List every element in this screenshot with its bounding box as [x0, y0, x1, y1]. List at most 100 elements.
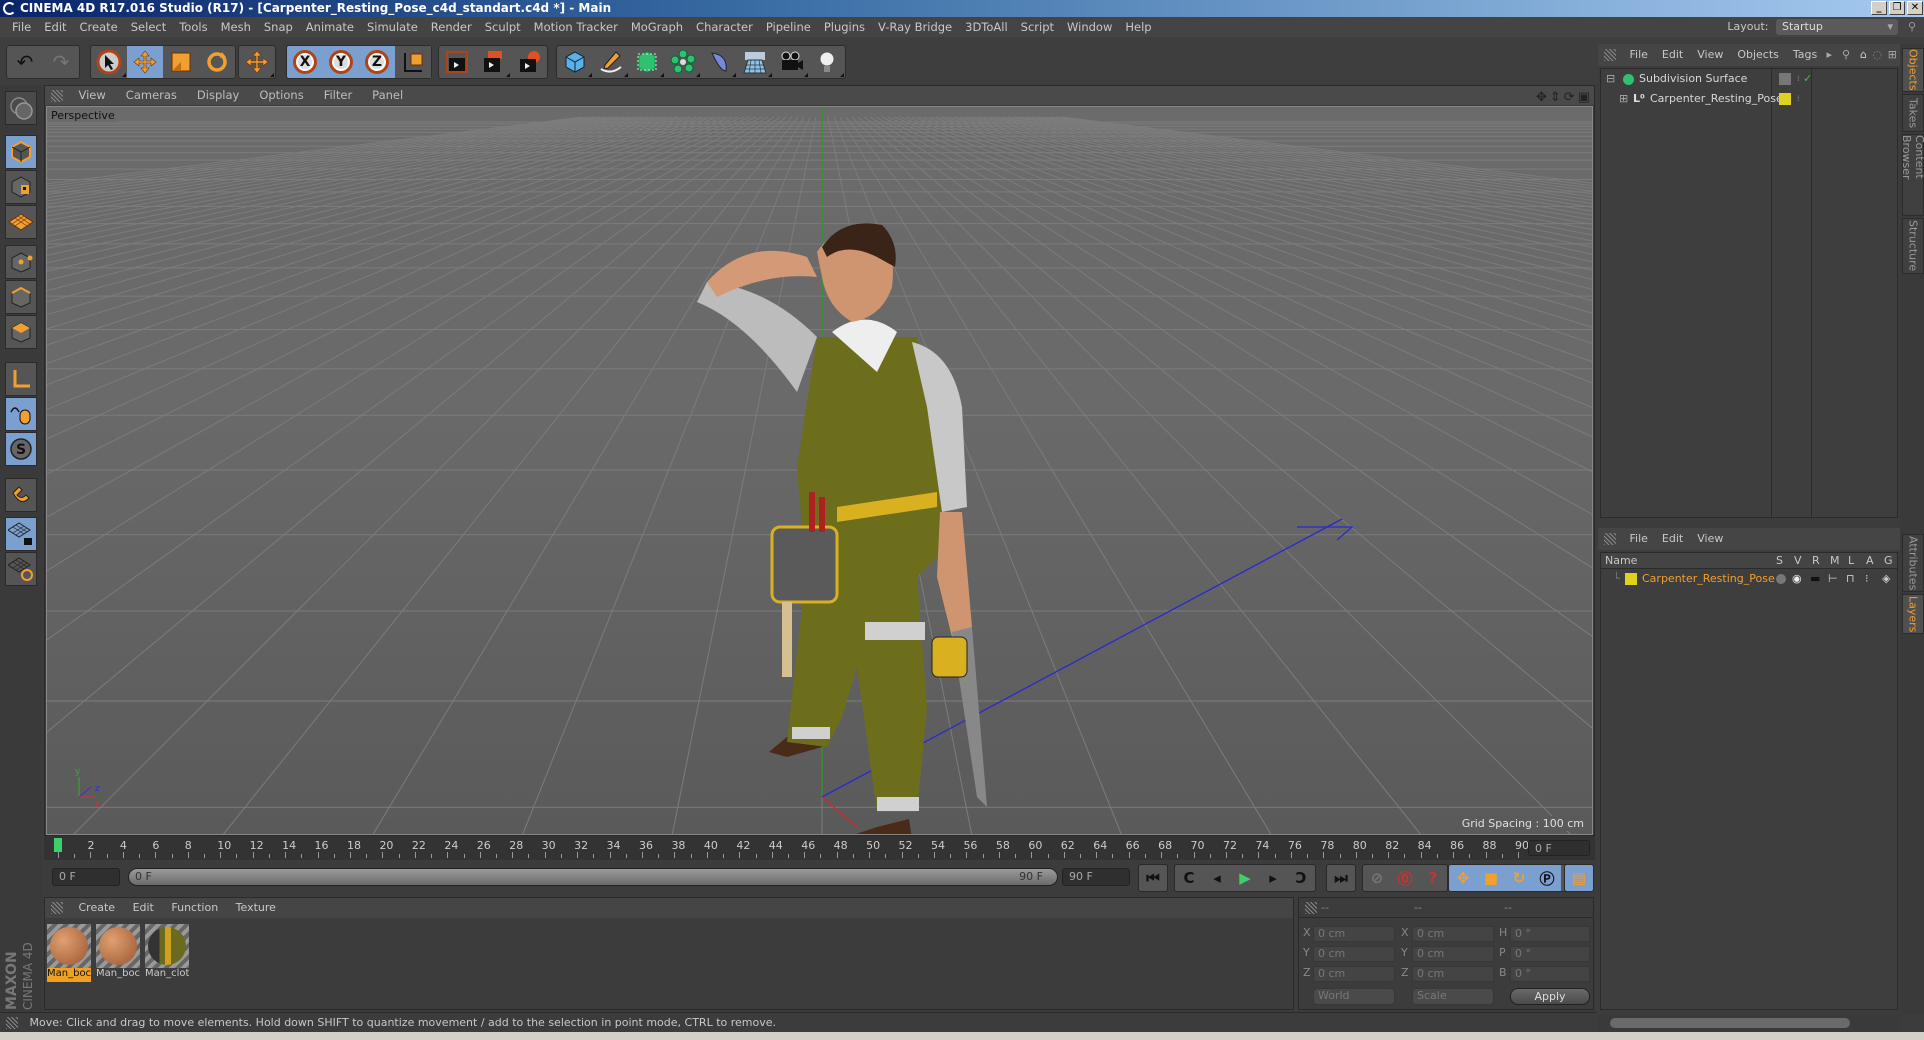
layer-color-swatch[interactable]	[1625, 573, 1637, 585]
coord-mode-select[interactable]: World	[1313, 988, 1395, 1005]
go-to-end-button[interactable]: ⏭	[1327, 865, 1355, 891]
more-arrow-icon[interactable]: ▸	[1826, 44, 1832, 66]
menu-sculpt[interactable]: Sculpt	[485, 20, 521, 34]
start-frame-field[interactable]: 0 F	[52, 868, 120, 886]
points-mode-button[interactable]	[5, 245, 37, 279]
menu-3dtoall[interactable]: 3DToAll	[965, 20, 1008, 34]
rotate-view-icon[interactable]: ⟳	[1564, 88, 1575, 107]
current-frame-field[interactable]: 0 F	[1528, 840, 1590, 856]
close-button[interactable]: ✕	[1907, 1, 1923, 15]
tweak-mode-button[interactable]	[5, 397, 37, 431]
timeline-ruler[interactable]: 0246810121416182022242628303234363840424…	[44, 836, 1595, 860]
tab-layers[interactable]: Layers	[1902, 594, 1924, 634]
object-row-carpenter[interactable]: ⊞ L⁰ Carpenter_Resting_Pose ⁞	[1601, 89, 1897, 109]
layer-name[interactable]: Carpenter_Resting_Pose	[1642, 569, 1775, 589]
rotation-b-field[interactable]: 0 °	[1510, 966, 1590, 982]
playhead[interactable]	[54, 838, 62, 852]
3d-scene[interactable]: y z x Perspective Grid Spacing : 100 cm	[46, 106, 1593, 835]
rotation-h-field[interactable]: 0 °	[1510, 926, 1590, 942]
enabled-check-icon[interactable]: ✓	[1803, 69, 1812, 89]
viewport-menu-filter[interactable]: Filter	[324, 88, 352, 102]
search-icon[interactable]: ⚲	[1842, 44, 1850, 66]
column-visible[interactable]: V	[1794, 553, 1802, 569]
solo-toggle-icon[interactable]	[1776, 574, 1786, 584]
coordinate-system-button[interactable]	[395, 46, 431, 78]
record-button[interactable]: ⓪	[1391, 865, 1419, 891]
material-name[interactable]: Man_clot	[145, 968, 189, 982]
tab-content-browser[interactable]: Content Browser	[1900, 134, 1924, 216]
subdivision-surface-button[interactable]	[629, 46, 665, 78]
move-view-icon[interactable]: ✥	[1536, 88, 1547, 107]
tab-attributes[interactable]: Attributes	[1902, 534, 1924, 592]
menu-simulate[interactable]: Simulate	[367, 20, 418, 34]
objects-menu-tags[interactable]: Tags	[1793, 48, 1817, 61]
home-icon[interactable]: ⌂	[1860, 44, 1867, 66]
collapse-icon[interactable]: ⊟	[1606, 69, 1615, 89]
model-mode-button[interactable]	[5, 135, 37, 169]
menu-file[interactable]: File	[12, 20, 31, 34]
visibility-dots-icon[interactable]: ⁞	[1797, 69, 1800, 89]
objects-menu-file[interactable]: File	[1630, 48, 1648, 61]
column-name[interactable]: Name	[1605, 553, 1637, 569]
redo-button[interactable]: ↷	[43, 46, 79, 78]
tab-objects[interactable]: Objects	[1902, 48, 1924, 92]
menu-render[interactable]: Render	[431, 20, 472, 34]
render-clapper-icon[interactable]: ▬	[1810, 569, 1820, 589]
material-menu-function[interactable]: Function	[171, 901, 218, 914]
lock-icon[interactable]: ⊓	[1846, 569, 1855, 589]
material-menu-create[interactable]: Create	[79, 901, 116, 914]
rotate-tool-button[interactable]	[199, 46, 235, 78]
scrollbar-thumb[interactable]	[1610, 1018, 1850, 1028]
menu-select[interactable]: Select	[131, 20, 166, 34]
generators-icon[interactable]: ◈	[1882, 569, 1890, 589]
layer-row[interactable]: └ Carpenter_Resting_Pose ◉ ▬ ⊢ ⊓ ⁝ ◈	[1601, 569, 1897, 589]
menu-plugins[interactable]: Plugins	[824, 20, 865, 34]
camera-button[interactable]	[773, 46, 809, 78]
panel-grip-icon[interactable]	[1604, 49, 1616, 61]
material-name[interactable]: Man_boc	[96, 968, 140, 982]
solo-mode-button[interactable]: S	[5, 432, 37, 466]
cube-button[interactable]	[557, 46, 593, 78]
size-z-field[interactable]: 0 cm	[1412, 966, 1494, 982]
size-x-field[interactable]: 0 cm	[1412, 926, 1494, 942]
menu-edit[interactable]: Edit	[44, 20, 66, 34]
material-swatch[interactable]: Man_boc	[47, 924, 91, 982]
timeline-window-button[interactable]: ▤	[1565, 865, 1593, 891]
layout-dropdown[interactable]: Startup	[1776, 19, 1898, 35]
new-panel-icon[interactable]: ⊞	[1888, 44, 1897, 66]
visible-eye-icon[interactable]: ◉	[1792, 569, 1802, 589]
go-to-start-button[interactable]: ⏮	[1139, 865, 1167, 891]
viewport-menu-cameras[interactable]: Cameras	[126, 88, 177, 102]
column-generators[interactable]: G	[1884, 553, 1893, 569]
manager-icon[interactable]: ⊢	[1828, 569, 1838, 589]
column-solo[interactable]: S	[1776, 553, 1783, 569]
zoom-view-icon[interactable]: ⇕	[1550, 88, 1561, 107]
light-button[interactable]	[809, 46, 845, 78]
tab-structure[interactable]: Structure	[1902, 218, 1924, 274]
menu-tools[interactable]: Tools	[179, 20, 207, 34]
objects-menu-view[interactable]: View	[1697, 48, 1723, 61]
coord-type-select[interactable]: Scale	[1412, 988, 1494, 1005]
column-locked[interactable]: L	[1848, 553, 1854, 569]
panel-grip-icon[interactable]	[1604, 533, 1616, 545]
size-y-field[interactable]: 0 cm	[1412, 946, 1494, 962]
layer-slot-icon[interactable]	[1779, 73, 1791, 85]
cloner-button[interactable]	[665, 46, 701, 78]
column-manager[interactable]: M	[1830, 553, 1840, 569]
menu-window[interactable]: Window	[1067, 20, 1112, 34]
scale-tool-button[interactable]	[163, 46, 199, 78]
rotation-p-field[interactable]: 0 °	[1510, 946, 1590, 962]
last-tool-button[interactable]	[239, 46, 275, 78]
step-forward-button[interactable]: ▸	[1259, 865, 1287, 891]
play-button[interactable]: ▶	[1231, 865, 1259, 891]
layers-menu-edit[interactable]: Edit	[1662, 532, 1683, 545]
panel-grip-icon[interactable]	[51, 902, 63, 914]
live-selection-button[interactable]	[91, 46, 127, 78]
menu-mesh[interactable]: Mesh	[221, 20, 251, 34]
render-view-button[interactable]	[439, 46, 475, 78]
edges-mode-button[interactable]	[5, 280, 37, 314]
step-back-button[interactable]: ◂	[1203, 865, 1231, 891]
key-scale-button[interactable]: ■	[1477, 865, 1505, 891]
undo-button[interactable]: ↶	[7, 46, 43, 78]
minimize-button[interactable]: _	[1871, 1, 1887, 15]
